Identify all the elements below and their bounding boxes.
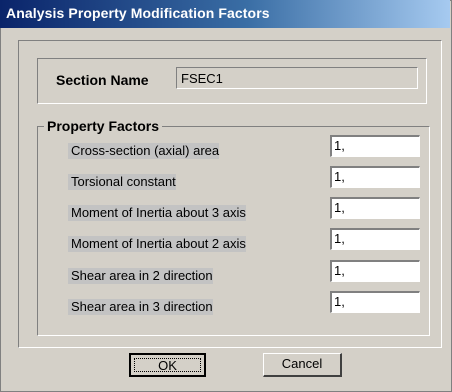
factor-label-torsional-constant: Torsional constant [68,174,176,190]
factor-input-shear-3[interactable]: 1, [330,291,420,313]
section-name-field: FSEC1 [176,67,418,89]
factor-input-shear-2[interactable]: 1, [330,260,420,282]
property-factors-legend: Property Factors [44,118,163,134]
factor-label-shear-2: Shear area in 2 direction [68,268,213,284]
factor-label-inertia-3: Moment of Inertia about 3 axis [68,205,246,221]
cancel-button[interactable]: Cancel [263,353,342,377]
dialog-title: Analysis Property Modification Factors [6,5,270,21]
factor-input-inertia-2[interactable]: 1, [330,228,420,250]
ok-button-label: OK [158,358,177,373]
factor-input-inertia-3[interactable]: 1, [330,197,420,219]
ok-button[interactable]: OK [129,353,206,377]
factor-label-inertia-2: Moment of Inertia about 2 axis [68,236,246,252]
factor-label-shear-3: Shear area in 3 direction [68,299,213,315]
section-name-label: Section Name [56,72,149,88]
factor-input-torsional-constant[interactable]: 1, [330,166,420,188]
factor-label-axial-area: Cross-section (axial) area [68,143,220,159]
title-bar[interactable]: Analysis Property Modification Factors [0,0,450,28]
factor-input-axial-area[interactable]: 1, [330,135,420,157]
